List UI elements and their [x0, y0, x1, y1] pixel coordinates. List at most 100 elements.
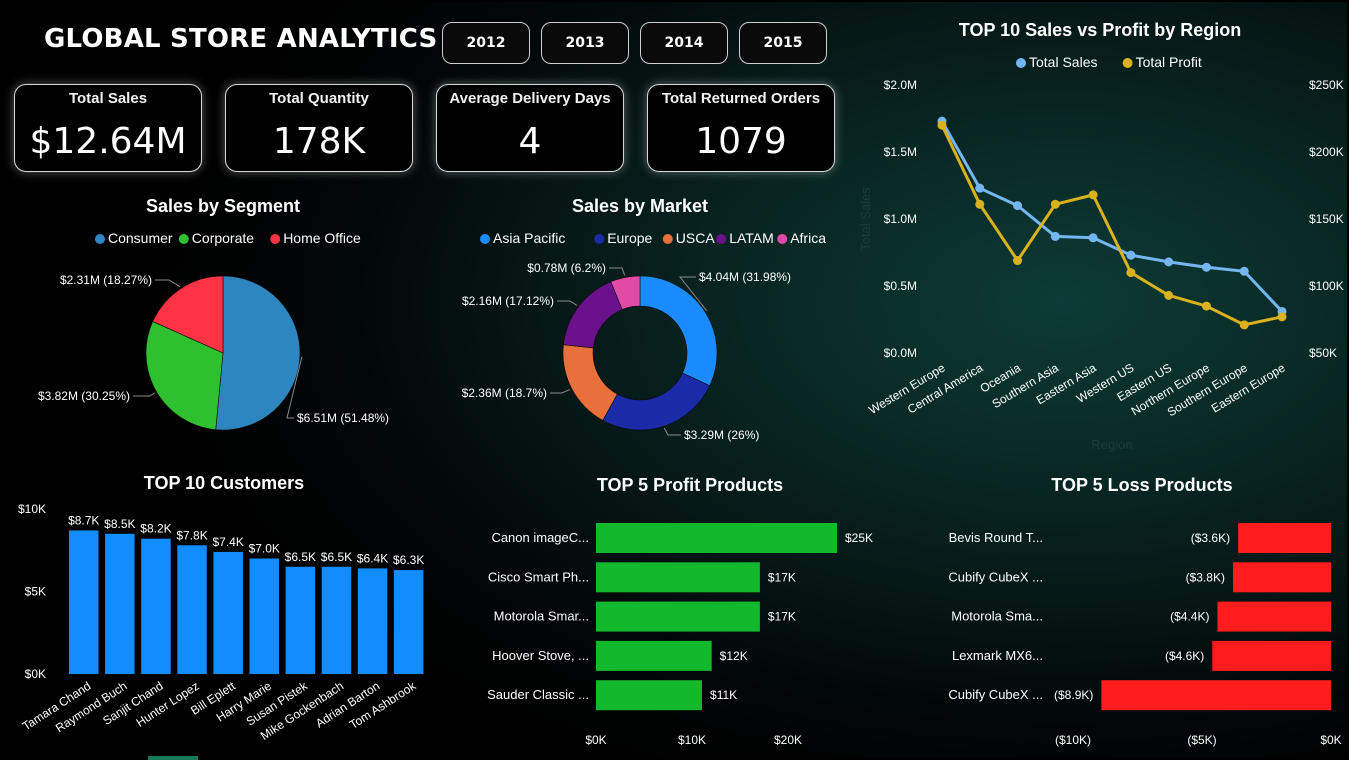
region-data-point [1164, 290, 1174, 300]
region-data-point [1201, 301, 1211, 311]
region-y-tick: $0.0M [884, 346, 917, 360]
loss-x-tick: ($10K) [1055, 733, 1091, 747]
customer-bar [321, 566, 352, 674]
customer-data-label: $8.2K [140, 522, 171, 536]
region-data-point [1164, 257, 1174, 267]
loss-product-name: Cubify CubeX ... [948, 569, 1043, 584]
profit-data-label: $17K [768, 610, 796, 624]
segment-pie-slice [215, 275, 301, 431]
segment-chart-title: Sales by Segment [146, 196, 300, 216]
region-data-point [1013, 201, 1023, 211]
loss-data-label: ($4.4K) [1170, 610, 1209, 624]
region-y-axis-label: Total Sales [858, 187, 873, 251]
profit-product-bar [596, 601, 760, 632]
customer-data-label: $6.4K [357, 551, 388, 565]
customer-bar [177, 545, 207, 674]
region-y2-tick: $150K [1309, 212, 1344, 226]
region-y-tick: $1.5M [884, 145, 917, 159]
customer-data-label: $6.3K [393, 553, 424, 567]
region-series-line [940, 120, 1284, 313]
customer-bar [249, 558, 279, 674]
customer-data-label: $6.5K [285, 550, 316, 564]
profit-data-label: $11K [710, 688, 737, 702]
market-legend-marker [777, 234, 788, 244]
customer-y-tick: $10K [18, 502, 46, 516]
profit-x-tick: $20K [774, 733, 802, 747]
loss-product-bar [1232, 562, 1331, 593]
market-donut-data-label: $3.29M (26%) [684, 428, 759, 442]
customer-data-label: $7.0K [249, 542, 280, 556]
region-data-point [1126, 250, 1136, 260]
loss-product-bar [1101, 680, 1331, 711]
profit-product-bar [596, 562, 760, 593]
region-y-tick: $2.0M [884, 78, 917, 92]
sheet-tab-indicator[interactable] [148, 756, 198, 760]
region-data-point [975, 183, 985, 193]
region-legend-marker [1122, 58, 1133, 68]
customer-bar [393, 570, 424, 674]
region-y2-tick: $200K [1309, 145, 1344, 159]
region-data-point [1050, 199, 1060, 209]
market-donut-slice [639, 275, 718, 387]
loss-product-bar [1238, 523, 1331, 553]
loss-products-title: TOP 5 Loss Products [1051, 475, 1232, 495]
market-legend-label: Europe [607, 230, 652, 246]
market-legend-marker [662, 234, 673, 244]
region-y2-tick: $250K [1309, 78, 1344, 92]
charts-layer: Sales by Segment Consumer Corporate Home Of… [18, 20, 1344, 747]
customer-data-label: $7.4K [212, 535, 243, 549]
segment-legend-marker [270, 234, 281, 244]
segment-pie-leader-line [133, 392, 156, 397]
profit-product-name: Canon imageC... [491, 530, 589, 545]
region-data-point [1239, 320, 1249, 330]
region-data-point [1239, 266, 1249, 276]
customer-y-tick: $5K [25, 585, 46, 599]
customer-bar [105, 533, 135, 674]
profit-x-tick: $10K [678, 733, 706, 747]
loss-data-label: ($3.6K) [1191, 531, 1230, 545]
market-donut-leader-line [550, 388, 571, 394]
market-donut-slice [563, 281, 623, 349]
market-legend-marker [594, 234, 605, 244]
customer-bar [141, 538, 171, 674]
loss-x-tick: $0K [1320, 733, 1341, 747]
profit-product-name: Motorola Smar... [494, 609, 589, 624]
loss-product-name: Motorola Sma... [951, 609, 1043, 624]
market-legend-marker [716, 234, 727, 244]
profit-product-bar [596, 680, 703, 711]
region-data-point [937, 120, 947, 130]
segment-legend-label: Corporate [192, 230, 254, 246]
loss-product-name: Bevis Round T... [949, 530, 1043, 545]
segment-pie-data-label: $3.82M (30.25%) [38, 389, 130, 403]
loss-product-name: Lexmark MX6... [952, 648, 1043, 663]
profit-data-label: $12K [720, 649, 748, 663]
segment-pie-data-label: $6.51M (51.48%) [297, 411, 389, 425]
segment-pie-leader-line [155, 279, 181, 288]
loss-product-name: Cubify CubeX ... [948, 687, 1043, 702]
customer-chart-title: TOP 10 Customers [144, 473, 304, 493]
customer-bar [213, 551, 243, 674]
region-series-line [940, 124, 1283, 327]
region-data-point [1013, 256, 1023, 266]
segment-legend-marker [178, 234, 189, 244]
profit-product-name: Cisco Smart Ph... [488, 569, 589, 584]
market-chart-title: Sales by Market [572, 196, 708, 216]
market-donut-slice [562, 344, 618, 421]
customer-data-label: $8.5K [104, 517, 135, 531]
region-x-axis-label: Region [1091, 437, 1132, 452]
segment-legend-label: Home Office [283, 230, 361, 246]
region-data-point [1126, 268, 1136, 278]
market-legend-marker [480, 234, 490, 244]
segment-pie-data-label: $2.31M (18.27%) [60, 273, 152, 287]
market-legend-label: USCA [676, 230, 716, 246]
dashboard-canvas: GLOBAL STORE ANALYTICS 2012 2013 2014 20… [2, 2, 1347, 757]
market-donut-data-label: $2.36M (18.7%) [462, 386, 547, 400]
market-donut-leader-line [557, 300, 578, 306]
region-data-point [1050, 231, 1060, 241]
loss-product-bar [1217, 601, 1331, 632]
segment-legend-marker [95, 234, 105, 244]
market-legend-label: LATAM [729, 230, 774, 246]
region-data-point [1088, 233, 1098, 243]
market-donut-data-label: $4.04M (31.98%) [699, 270, 791, 284]
region-y-tick: $0.5M [884, 279, 917, 293]
